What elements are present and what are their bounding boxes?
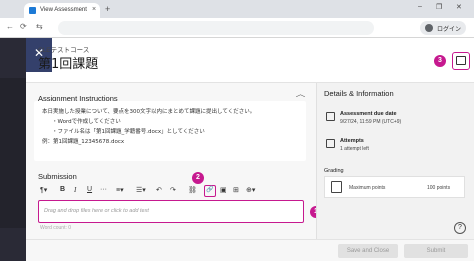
instruction-line: ・ファイル名は「第1回課題_学籍番号.docx」としてください: [52, 129, 205, 135]
site-settings-icon[interactable]: ⇆: [36, 22, 43, 31]
annotation-badge-2: 2: [192, 172, 204, 184]
minimize-icon[interactable]: –: [418, 3, 422, 10]
attach-link-icon[interactable]: 🔗: [206, 186, 213, 193]
window-close-icon[interactable]: ✕: [456, 3, 462, 11]
more-text-icon[interactable]: ···: [100, 186, 107, 193]
browser-tab[interactable]: View Assessment ×: [24, 3, 100, 18]
submission-heading: Submission: [38, 172, 77, 181]
details-heading: Details & Information: [324, 89, 394, 98]
submit-button[interactable]: Submit: [404, 244, 468, 258]
url-field[interactable]: [58, 21, 374, 35]
format-icon[interactable]: ¶▾: [40, 186, 47, 194]
bold-icon[interactable]: B: [60, 186, 65, 193]
editor-placeholder: Drag and drop files here or click to add…: [44, 208, 149, 214]
lms-sidebar: [0, 38, 26, 261]
help-button[interactable]: ?: [454, 222, 466, 234]
due-date-value: 9/27/24, 11:59 PM (UTC+9): [340, 119, 402, 125]
add-content-icon[interactable]: ⊕▾: [246, 186, 255, 194]
conversation-icon: [456, 56, 466, 65]
profile-icon: [425, 24, 433, 32]
collapse-chevron-icon[interactable]: ︿: [296, 89, 306, 99]
submission-editor[interactable]: Drag and drop files here or click to add…: [38, 200, 304, 223]
redo-icon[interactable]: ↷: [170, 186, 176, 194]
word-count: Word count: 0: [40, 225, 72, 231]
tab-title: View Assessment: [40, 7, 87, 13]
reload-icon[interactable]: ⟳: [20, 22, 27, 31]
editor-toolbar: ¶▾ B I U ··· ≡▾ ☰▾ ↶ ↷ ⛓ 🔗 ▣ ⊞ ⊕▾: [38, 185, 304, 198]
attempts-title: Attempts: [340, 138, 364, 144]
site-favicon-icon: [29, 7, 36, 14]
undo-icon[interactable]: ↶: [156, 186, 162, 194]
max-points-value: 100 points: [427, 185, 451, 191]
instruction-line: 例：第1回課題_12345678.docx: [42, 139, 125, 145]
maximize-icon[interactable]: ❐: [436, 3, 442, 11]
login-button[interactable]: ログイン: [420, 21, 466, 35]
lms-sidebar-dim: [0, 78, 26, 228]
due-date-title: Assessment due date: [340, 111, 397, 117]
save-and-close-button[interactable]: Save and Close: [338, 244, 398, 258]
new-tab-button[interactable]: +: [105, 4, 110, 14]
max-points-row: Maximum points 100 points: [324, 176, 465, 198]
tab-close-icon[interactable]: ×: [92, 6, 96, 13]
image-icon[interactable]: ▣: [220, 186, 227, 194]
chain-icon[interactable]: ⛓: [188, 186, 197, 194]
align-icon[interactable]: ≡▾: [116, 186, 124, 194]
max-points-label: Maximum points: [349, 185, 386, 191]
list-icon[interactable]: ☰▾: [136, 186, 146, 194]
calendar-icon: [326, 112, 335, 121]
instruction-line: 本日実施した授業について、要点を300文字以内にまとめて課題に提出してください。: [42, 109, 256, 115]
italic-icon[interactable]: I: [74, 186, 76, 194]
instruction-line: ・Wordで作成してください: [52, 119, 121, 125]
assessment-panel: ✕ CLEテストコース 第1回課題 3 Assignment Instructi…: [26, 38, 474, 261]
back-icon[interactable]: ←: [6, 22, 14, 31]
instructions-card: 本日実施した授業について、要点を300文字以内にまとめて課題に提出してください。…: [34, 101, 306, 161]
attempts-check-icon: [326, 139, 335, 148]
media-icon[interactable]: ⊞: [233, 186, 239, 194]
login-label: ログイン: [437, 27, 462, 33]
conversation-button[interactable]: [452, 52, 470, 70]
annotation-badge-3: 3: [434, 55, 446, 67]
grading-title: Grading: [324, 168, 344, 174]
page-title: 第1回課題: [38, 57, 99, 72]
grading-list-icon: [331, 181, 342, 193]
attempts-value: 1 attempt left: [340, 146, 369, 152]
underline-icon[interactable]: U: [87, 186, 92, 193]
